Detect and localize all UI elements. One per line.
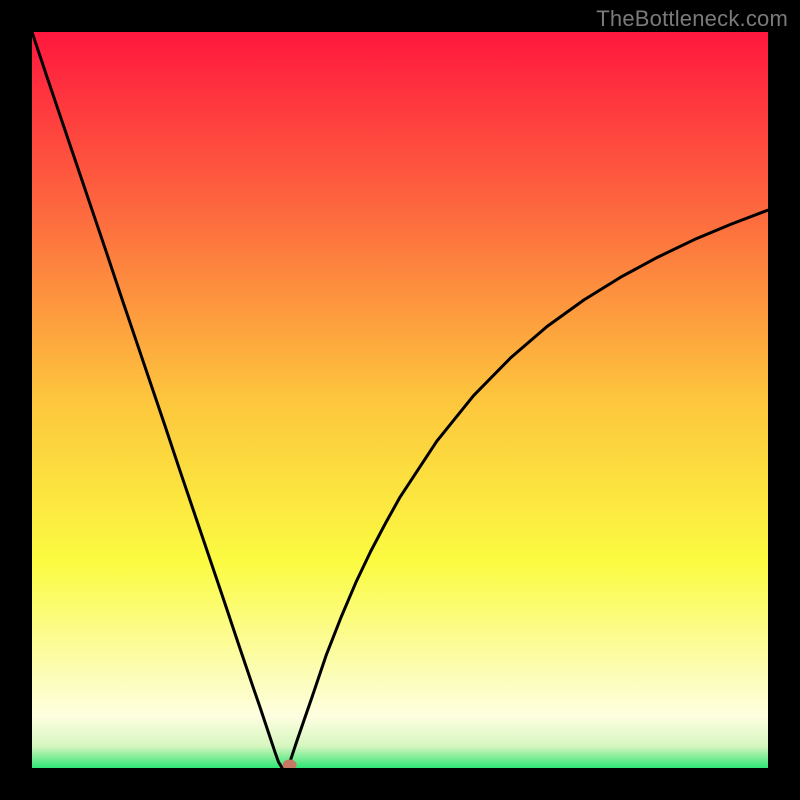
plot-area <box>32 32 768 768</box>
gradient-background <box>32 32 768 768</box>
chart-frame: TheBottleneck.com <box>0 0 800 800</box>
chart-svg <box>32 32 768 768</box>
watermark-text: TheBottleneck.com <box>596 6 788 32</box>
